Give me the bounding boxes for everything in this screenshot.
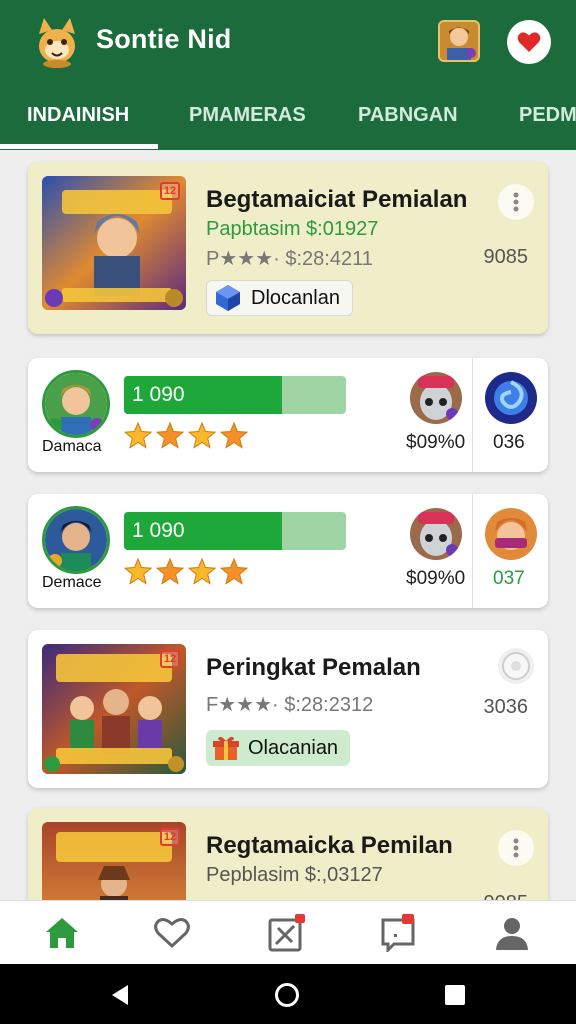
player-avatar[interactable]: [42, 506, 110, 574]
more-options-button[interactable]: [498, 830, 534, 866]
star-icon: [156, 558, 184, 585]
game-title[interactable]: Begtamaiciat Pemialan: [206, 186, 467, 214]
star-icon: [188, 422, 216, 449]
gift-icon: [213, 736, 239, 760]
chat-icon: [381, 914, 415, 952]
download-label: Dlocanlan: [251, 286, 340, 309]
circle-home-icon: [275, 983, 299, 1007]
nav-home[interactable]: [40, 911, 84, 955]
player-name: Damaca: [42, 438, 102, 455]
more-vertical-icon: [513, 192, 519, 212]
opponent-icon[interactable]: [410, 508, 462, 560]
download-button[interactable]: Dlocanlan: [206, 280, 353, 316]
thumb-badge: 12: [160, 650, 180, 668]
game-card[interactable]: 12 Begtamaiciat Pemialan Papbtasim $:019…: [28, 162, 548, 334]
favorites-button[interactable]: [507, 20, 551, 64]
player-name: Demace: [42, 574, 102, 591]
nav-profile[interactable]: [490, 911, 534, 955]
disc-icon: [502, 652, 530, 680]
divider: [472, 494, 473, 608]
heart-icon: [154, 918, 190, 949]
game-card[interactable]: 12 Regtamaicka Pemilan Pepblasim $:,0312…: [28, 808, 548, 900]
star-rating: [124, 558, 248, 585]
download-status-button[interactable]: [498, 648, 534, 684]
score-label: 1 090: [132, 519, 185, 542]
profile-icon: [496, 918, 528, 950]
tab-pabngan[interactable]: PABNGAN: [358, 104, 458, 127]
reward-value: 037: [493, 568, 525, 589]
leaderboard-card[interactable]: Demace 1 090 $09%0 037: [28, 494, 548, 608]
game-thumbnail[interactable]: 12: [42, 822, 186, 900]
leaderboard-card[interactable]: Damaca 1 090 $09%0 036: [28, 358, 548, 472]
claim-label: Olacanian: [248, 736, 339, 759]
player-avatar[interactable]: [42, 370, 110, 438]
thumb-badge: 12: [160, 182, 180, 200]
card-icon: [268, 914, 305, 952]
app-bar: Sontie Nid INDAINISH PMAMERAS PABNGAN PE…: [0, 0, 576, 150]
heart-icon: [517, 32, 541, 52]
system-navigation-bar: [0, 964, 576, 1024]
game-count: 9085: [484, 892, 529, 900]
star-icon: [124, 558, 152, 585]
nav-messages[interactable]: [376, 911, 420, 955]
score-label: 1 090: [132, 383, 185, 406]
game-price: Papbtasim $:01927: [206, 218, 379, 240]
home-icon: [46, 918, 78, 948]
back-icon: [112, 985, 128, 1005]
cube-icon: [216, 285, 240, 311]
opponent-icon[interactable]: [410, 372, 462, 424]
divider: [472, 358, 473, 472]
star-icon: [188, 558, 216, 585]
star-icon: [220, 422, 248, 449]
game-count: 9085: [483, 246, 529, 268]
star-icon: [156, 422, 184, 449]
tab-pedm[interactable]: PEDM: [519, 104, 576, 127]
app-title: Sontie Nid: [96, 24, 232, 54]
score-progress-bar: 1 090: [124, 376, 346, 414]
reward-value: 036: [493, 432, 525, 453]
game-count: 3036: [483, 696, 529, 718]
back-button[interactable]: [107, 982, 133, 1008]
claim-button[interactable]: Olacanian: [206, 730, 351, 766]
game-meta: F★★★· $:28:2312: [206, 694, 374, 716]
user-avatar[interactable]: [438, 20, 480, 62]
nav-favorites[interactable]: [150, 911, 194, 955]
star-rating: [124, 422, 248, 449]
tab-indicator: [0, 144, 158, 149]
bottom-navigation: [0, 900, 576, 964]
star-icon: [124, 422, 152, 449]
game-title[interactable]: Regtamaicka Pemilan: [206, 832, 453, 860]
nav-cards[interactable]: [264, 911, 308, 955]
more-vertical-icon: [513, 838, 519, 858]
game-meta: P★★★· $:28:4211: [206, 248, 373, 270]
tab-bar: INDAINISH PMAMERAS PABNGAN PEDM: [0, 92, 576, 150]
tab-pmameras[interactable]: PMAMERAS: [189, 104, 306, 127]
reward-icon[interactable]: [485, 508, 537, 560]
game-card[interactable]: 12 Peringkat Pemalan F★★★· $:28:2312 303…: [28, 630, 548, 788]
game-thumbnail[interactable]: 12: [42, 644, 186, 774]
thumb-badge: 12: [160, 828, 180, 846]
more-options-button[interactable]: [498, 184, 534, 220]
tab-indainish[interactable]: INDAINISH: [27, 104, 129, 127]
opponent-value: $09%0: [406, 432, 466, 453]
game-thumbnail[interactable]: 12: [42, 176, 186, 310]
score-progress-bar: 1 090: [124, 512, 346, 550]
star-icon: [220, 558, 248, 585]
home-system-button[interactable]: [274, 982, 300, 1008]
recents-button[interactable]: [442, 982, 468, 1008]
game-price: Pepblasim $:,03127: [206, 864, 383, 886]
opponent-value: $09%0: [406, 568, 466, 589]
reward-icon[interactable]: [485, 372, 537, 424]
game-list[interactable]: 12 Begtamaiciat Pemialan Papbtasim $:019…: [0, 150, 576, 900]
game-title[interactable]: Peringkat Pemalan: [206, 654, 421, 682]
app-logo: [30, 14, 84, 68]
recents-icon: [445, 985, 465, 1005]
